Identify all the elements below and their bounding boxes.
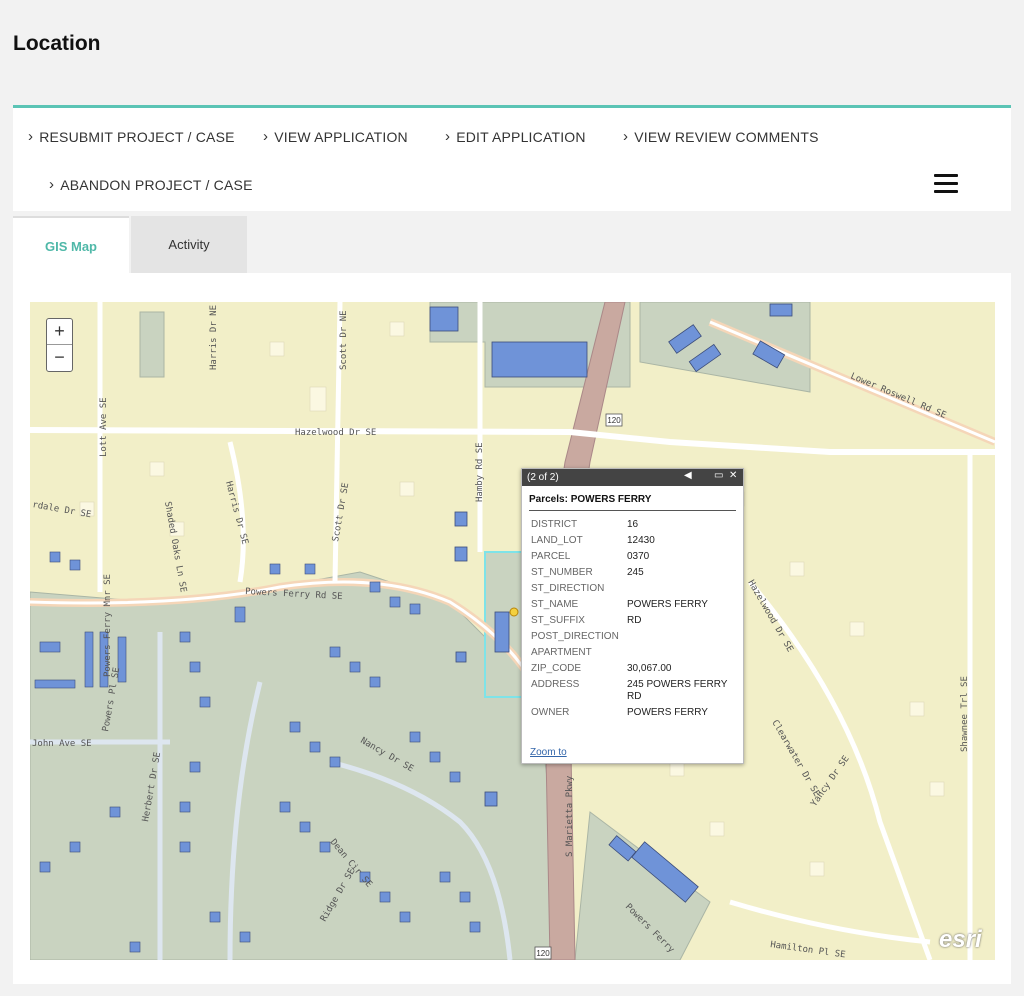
edit-application-label: EDIT APPLICATION [456, 128, 586, 145]
attribute-value: 30,067.00 [627, 663, 672, 674]
attribute-row: DISTRICT 16 [531, 517, 735, 533]
previous-icon[interactable]: ◀ [684, 470, 692, 481]
esri-logo[interactable]: esri [939, 926, 982, 954]
street-label: Lott Ave SE [99, 397, 109, 457]
edit-application-link[interactable]: › EDIT APPLICATION [445, 128, 586, 145]
attribute-value: 16 [627, 519, 639, 530]
feature-popup: (2 of 2) ◀ ▭ ✕ Parcels: POWERS FERRY DIS… [521, 468, 744, 764]
tab-activity[interactable]: Activity [131, 216, 247, 273]
zoom-control: + − [46, 318, 73, 372]
action-bar: › RESUBMIT PROJECT / CASE › VIEW APPLICA… [13, 105, 1011, 211]
attribute-value: 245 [627, 567, 644, 578]
chevron-right-icon: › [623, 128, 629, 145]
street-label: Hazelwood Dr SE [295, 428, 376, 438]
attribute-value: 0370 [627, 551, 650, 562]
chevron-right-icon: › [445, 128, 451, 145]
popup-title: Parcels: POWERS FERRY [529, 494, 736, 511]
street-label: Yancy Dr SE [809, 754, 851, 809]
street-label: Harris Dr NE [209, 305, 219, 370]
zoom-to-link[interactable]: Zoom to [530, 747, 567, 758]
chevron-right-icon: › [263, 128, 269, 145]
street-label: Lower Roswell Rd SE [849, 372, 948, 421]
resubmit-project-label: RESUBMIT PROJECT / CASE [39, 128, 235, 145]
view-application-label: VIEW APPLICATION [274, 128, 408, 145]
attribute-key: ST_SUFFIX [531, 615, 585, 626]
abandon-project-link[interactable]: › ABANDON PROJECT / CASE [49, 176, 253, 193]
attribute-value: POWERS FERRY [627, 707, 708, 718]
attribute-value [627, 629, 735, 645]
close-icon[interactable]: ✕ [729, 470, 737, 481]
zoom-out-button[interactable]: − [47, 344, 72, 370]
attribute-value: 12430 [627, 535, 655, 546]
attribute-value [627, 645, 735, 661]
attribute-key: ST_DIRECTION [531, 583, 605, 594]
attribute-value: RD [627, 615, 642, 626]
street-label: Harris Dr SE [223, 480, 249, 545]
attribute-key: OWNER [531, 707, 570, 718]
attribute-row: POST_DIRECTION [531, 629, 735, 645]
street-label: Powers Ferry Mnr SE [103, 574, 113, 677]
attribute-row: OWNER POWERS FERRY [531, 705, 735, 721]
street-label: Hamby Rd SE [475, 442, 485, 502]
street-label: Shaded Oaks Ln SE [162, 501, 188, 593]
attribute-value: 245 POWERS FERRY RD [627, 679, 728, 702]
view-review-comments-label: VIEW REVIEW COMMENTS [634, 128, 819, 145]
abandon-project-label: ABANDON PROJECT / CASE [60, 176, 253, 193]
attribute-key: ADDRESS [531, 679, 580, 690]
parcel [139, 311, 165, 378]
view-review-comments-link[interactable]: › VIEW REVIEW COMMENTS [623, 128, 819, 145]
street-label: Shawnee Trl SE [960, 676, 970, 752]
attribute-key: PARCEL [531, 551, 571, 562]
attribute-key: POST_DIRECTION [531, 631, 619, 642]
attribute-key: ZIP_CODE [531, 663, 582, 674]
attribute-key: LAND_LOT [531, 535, 583, 546]
attribute-key: ST_NAME [531, 599, 579, 610]
gis-map[interactable]: 120 120 Hazelwood Dr SE Powers Ferry Rd … [30, 302, 995, 960]
street-label: Clearwater Dr SE [769, 719, 821, 799]
attribute-row: ADDRESS 245 POWERS FERRY RD [531, 677, 735, 705]
route-shield-label: 120 [536, 949, 550, 958]
street-label: Hazelwood Dr SE [745, 579, 794, 654]
street-label: S Marietta Pkwy [565, 775, 575, 857]
attribute-key: ST_NUMBER [531, 567, 593, 578]
resubmit-project-link[interactable]: › RESUBMIT PROJECT / CASE [28, 128, 235, 145]
attribute-row: PARCEL 0370 [531, 549, 735, 565]
street-label: Hamilton Pl SE [770, 940, 847, 960]
attribute-value [627, 581, 735, 597]
attribute-row: ST_NUMBER 245 [531, 565, 735, 581]
attribute-row: LAND_LOT 12430 [531, 533, 735, 549]
hazelwood-road [30, 427, 995, 455]
chevron-right-icon: › [28, 128, 34, 145]
attribute-row: ST_DIRECTION [531, 581, 735, 597]
hamilton-pl [729, 899, 931, 945]
popup-counter: (2 of 2) [527, 472, 559, 483]
attribute-row: ST_NAME POWERS FERRY [531, 597, 735, 613]
attribute-row: ZIP_CODE 30,067.00 [531, 661, 735, 677]
chevron-right-icon: › [49, 176, 55, 193]
attribute-key: APARTMENT [531, 647, 592, 658]
attribute-key: DISTRICT [531, 519, 578, 530]
location-marker[interactable] [509, 607, 519, 617]
hamburger-icon[interactable] [934, 174, 958, 194]
zoom-in-button[interactable]: + [47, 319, 72, 344]
route-shield-label: 120 [607, 416, 621, 425]
map-canvas[interactable]: 120 120 Hazelwood Dr SE Powers Ferry Rd … [30, 302, 995, 960]
street-label: Scott Dr NE [339, 310, 349, 370]
tab-gis-map[interactable]: GIS Map [13, 216, 129, 275]
page-title: Location [13, 32, 101, 55]
view-application-link[interactable]: › VIEW APPLICATION [263, 128, 408, 145]
attribute-value: POWERS FERRY [627, 599, 708, 610]
attribute-table: DISTRICT 16 LAND_LOT 12430 PARCEL 0370 ST_NUMB… [531, 517, 735, 721]
street-label: John Ave SE [32, 739, 92, 749]
maximize-icon[interactable]: ▭ [714, 470, 723, 481]
attribute-row: APARTMENT [531, 645, 735, 661]
attribute-row: ST_SUFFIX RD [531, 613, 735, 629]
popup-header: (2 of 2) ◀ ▭ ✕ [522, 469, 743, 486]
